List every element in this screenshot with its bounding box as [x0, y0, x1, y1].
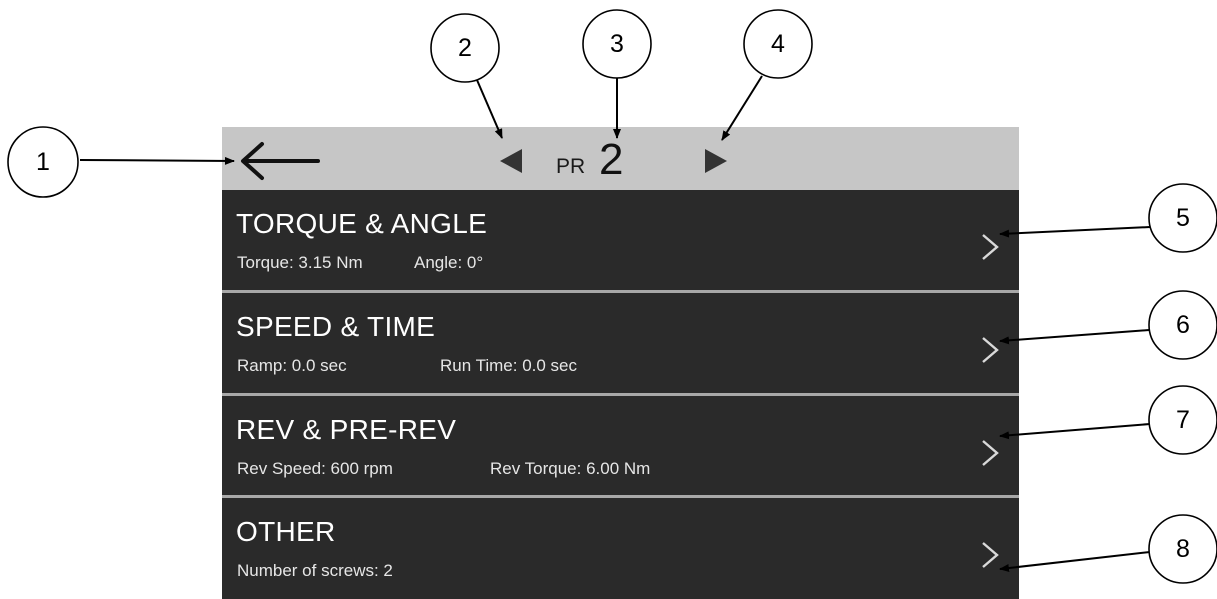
chevron-right-icon: [982, 234, 999, 260]
rev-torque-value: Rev Torque: 6.00 Nm: [490, 459, 651, 478]
callout-circle: [1148, 183, 1217, 253]
torque-value: Torque: 3.15 Nm: [237, 253, 363, 272]
callout-circle: [743, 9, 813, 79]
callout-label: 2: [458, 34, 472, 62]
number-of-screws-value: Number of screws: 2: [237, 561, 393, 580]
callout-label: 5: [1176, 204, 1190, 232]
callout-label: 4: [771, 30, 785, 58]
chevron-right-icon: [982, 440, 999, 466]
menu-item-title: TORQUE & ANGLE: [236, 208, 488, 239]
callout-circle: [1148, 514, 1217, 584]
callout-circle: [582, 9, 652, 79]
header-bar: PR 2: [222, 127, 1019, 190]
menu-item-torque-angle[interactable]: TORQUE & ANGLE Torque: 3.15 Nm Angle: 0°: [222, 190, 1019, 289]
callout-circle: [430, 13, 500, 83]
callout-label: 6: [1176, 311, 1190, 339]
program-prefix: PR: [556, 155, 586, 178]
menu-item-title: OTHER: [236, 516, 336, 547]
program-number: 2: [599, 135, 624, 184]
rev-speed-value: Rev Speed: 600 rpm: [237, 459, 393, 478]
menu-item-other[interactable]: OTHER Number of screws: 2: [222, 498, 1019, 599]
menu-item-title: REV & PRE-REV: [236, 414, 457, 445]
menu-item-rev-pre-rev[interactable]: REV & PRE-REV Rev Speed: 600 rpm Rev Tor…: [222, 396, 1019, 495]
previous-triangle-icon[interactable]: [499, 148, 523, 174]
callout-label: 7: [1176, 406, 1190, 434]
chevron-right-icon: [982, 337, 999, 363]
device-screen: PR 2 TORQUE & ANGLE Torque: 3.15 Nm Angl…: [222, 127, 1019, 599]
callout-circle: [1148, 290, 1217, 360]
menu-item-speed-time[interactable]: SPEED & TIME Ramp: 0.0 sec Run Time: 0.0…: [222, 293, 1019, 392]
callout-circle: [7, 126, 79, 198]
run-time-value: Run Time: 0.0 sec: [440, 356, 578, 375]
callout-label: 3: [610, 30, 624, 58]
menu-item-title: SPEED & TIME: [236, 311, 436, 342]
next-triangle-icon[interactable]: [704, 148, 728, 174]
chevron-right-icon: [982, 542, 999, 568]
callout-label: 1: [36, 148, 50, 176]
callout-label: 8: [1176, 535, 1190, 563]
angle-value: Angle: 0°: [414, 253, 484, 272]
back-arrow-icon[interactable]: [236, 141, 320, 181]
ramp-value: Ramp: 0.0 sec: [237, 356, 347, 375]
callout-circle: [1148, 385, 1217, 455]
